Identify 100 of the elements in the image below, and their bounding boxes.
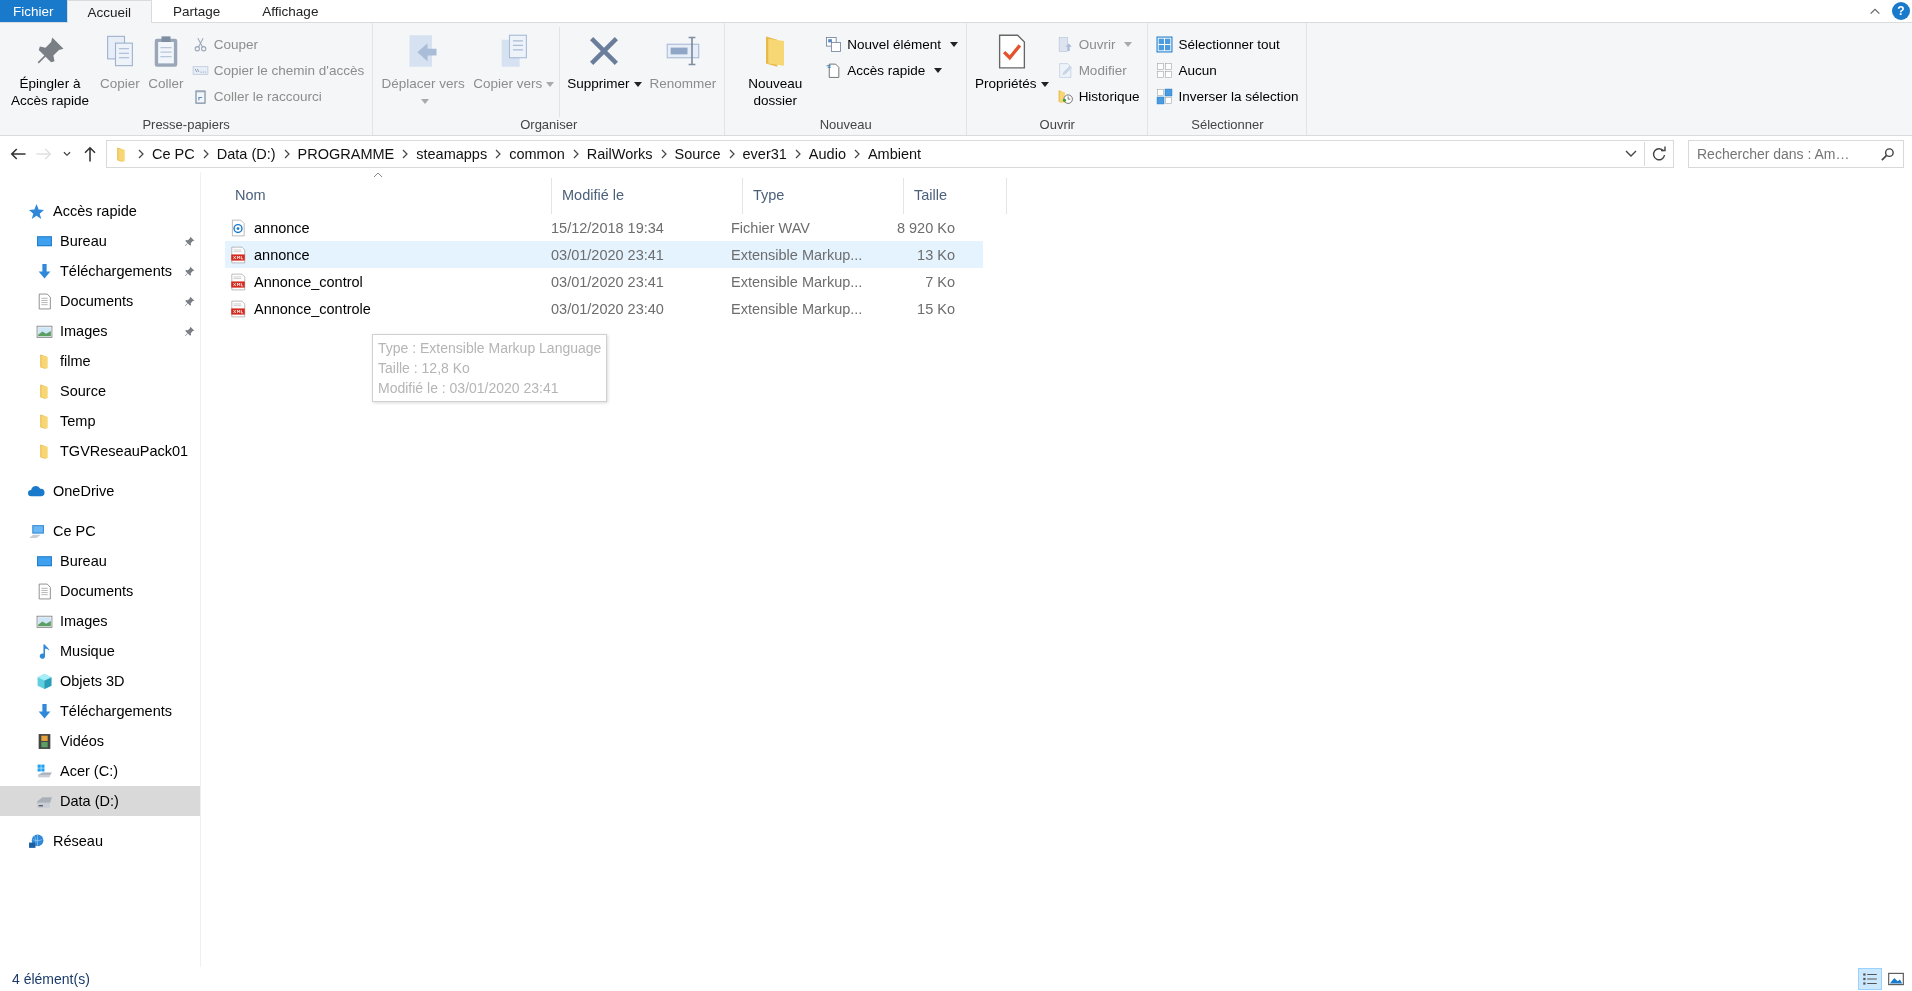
table-cell: Extensible Markup...	[731, 273, 863, 290]
grid-icon	[1156, 35, 1174, 53]
file-name: Annonce_control	[254, 273, 363, 290]
status-text: 4 élément(s)	[12, 971, 90, 987]
document-icon	[36, 292, 53, 310]
tooltip-line: Type : Extensible Markup Language	[378, 339, 602, 358]
sidebar-item[interactable]: Réseau	[0, 826, 200, 856]
table-cell: 03/01/2020 23:41	[551, 246, 664, 263]
chevron-right-icon[interactable]	[401, 149, 410, 159]
ribbon-button[interactable]: Aucun	[1153, 59, 1302, 81]
history-icon	[1056, 87, 1074, 105]
breadcrumb-item[interactable]: RailWorks	[586, 146, 653, 162]
file-row[interactable]: Annonce_control 03/01/2020 23:41 Extensible Markup... 7 Ko	[225, 268, 983, 295]
ribbon-button[interactable]: Propriétés	[972, 27, 1052, 117]
sidebar-item[interactable]: Images	[0, 606, 200, 636]
breadcrumb-item[interactable]: PROGRAMME	[297, 146, 395, 162]
breadcrumb-item[interactable]: Source	[674, 146, 721, 162]
file-name: annonce	[254, 219, 310, 236]
sidebar-item[interactable]: Data (D:)	[0, 786, 200, 816]
ribbon-button[interactable]: Supprimer	[559, 27, 645, 117]
table-cell: Extensible Markup...	[731, 246, 863, 263]
chevron-right-icon[interactable]	[852, 149, 861, 159]
sidebar-item[interactable]: OneDrive	[0, 476, 200, 506]
chevron-right-icon[interactable]	[201, 149, 210, 159]
xml-file-icon	[229, 245, 247, 264]
star-icon	[28, 202, 45, 220]
column-header[interactable]: Type	[743, 178, 904, 214]
open-icon	[1056, 35, 1074, 53]
file-row[interactable]: annonce 15/12/2018 19:34 Fichier WAV 8 920 Ko	[225, 214, 983, 241]
sidebar-item[interactable]: Temp	[0, 406, 200, 436]
file-name: Annonce_controle	[254, 300, 371, 317]
column-header[interactable]: Taille	[904, 178, 1007, 214]
search-icon	[1880, 147, 1895, 162]
ribbon-button[interactable]: Nouveau dossier	[730, 27, 821, 117]
sidebar-item[interactable]: Téléchargements	[0, 256, 200, 286]
chevron-right-icon[interactable]	[571, 149, 580, 159]
group-label: Sélectionner	[1190, 117, 1265, 132]
sidebar-item[interactable]: Documents	[0, 576, 200, 606]
group-label: Organiser	[519, 117, 579, 132]
sidebar-item[interactable]: Images	[0, 316, 200, 346]
sidebar-item[interactable]: Bureau	[0, 546, 200, 576]
address-bar[interactable]: Ce PC Data (D:) PROGRAMME steamapps common RailWorks Source ever31 Audio Ambient	[106, 140, 1674, 168]
group-label: Ouvrir	[1038, 117, 1076, 132]
help-button[interactable]: ?	[1892, 2, 1910, 20]
table-cell: 8 920 Ko	[896, 219, 955, 236]
ribbon-button[interactable]: Épingler à Accès rapide	[5, 27, 95, 117]
tooltip-line: Modifié le : 03/01/2020 23:41	[378, 379, 560, 398]
ribbon-tab[interactable]: Affichage	[241, 0, 340, 22]
new-item-icon	[825, 35, 843, 53]
xml-file-icon	[229, 299, 247, 318]
ribbon-button[interactable]: Sélectionner tout	[1153, 33, 1302, 55]
ribbon-button[interactable]: Nouvel élément	[822, 33, 962, 55]
sidebar-item[interactable]: Bureau	[0, 226, 200, 256]
chevron-right-icon[interactable]	[282, 149, 291, 159]
chevron-right-icon[interactable]	[727, 149, 736, 159]
breadcrumb-item[interactable]: Ce PC	[152, 146, 195, 162]
ribbon-button[interactable]: Accès rapide	[822, 59, 962, 81]
sidebar-item[interactable]: Ce PC	[0, 516, 200, 546]
sidebar-item[interactable]: Vidéos	[0, 726, 200, 756]
computer-icon	[28, 522, 45, 540]
ribbon-tab[interactable]: Partage	[152, 0, 242, 22]
chevron-right-icon[interactable]	[793, 149, 802, 159]
sidebar-item[interactable]: Objets 3D	[0, 666, 200, 696]
chevron-right-icon[interactable]	[494, 149, 503, 159]
details-view-icon[interactable]	[1858, 968, 1882, 990]
file-row[interactable]: Annonce_controle 03/01/2020 23:40 Extensible Markup... 15 Ko	[225, 295, 983, 322]
table-cell: 15 Ko	[917, 300, 955, 317]
ribbon-button[interactable]: Historique	[1053, 85, 1143, 107]
breadcrumb-item[interactable]: steamapps	[416, 146, 488, 162]
search-field[interactable]: Rechercher dans : Am…	[1688, 140, 1904, 168]
sidebar-item[interactable]: Source	[0, 376, 200, 406]
ribbon-tab[interactable]: Accueil	[66, 0, 153, 23]
chevron-right-icon[interactable]	[659, 149, 668, 159]
sidebar-item[interactable]: Documents	[0, 286, 200, 316]
ribbon-tab[interactable]: Fichier	[0, 0, 67, 22]
table-cell: 03/01/2020 23:41	[551, 273, 664, 290]
file-row[interactable]: annonce 03/01/2020 23:41 Extensible Markup... 13 Ko	[225, 241, 983, 268]
sidebar-item[interactable]: Accès rapide	[0, 196, 200, 226]
edit-icon	[1056, 61, 1074, 79]
breadcrumb-item[interactable]: Ambient	[867, 146, 922, 162]
network-icon	[28, 832, 45, 850]
sidebar-item[interactable]: Acer (C:)	[0, 756, 200, 786]
sidebar-item[interactable]: TGVReseauPack01	[0, 436, 200, 466]
sidebar-item[interactable]: Téléchargements	[0, 696, 200, 726]
audio-file-icon	[229, 218, 247, 237]
breadcrumb-item[interactable]: common	[509, 146, 565, 162]
breadcrumb-item[interactable]: Data (D:)	[216, 146, 276, 162]
chevron-right-icon[interactable]	[137, 149, 145, 159]
drive-icon	[36, 762, 53, 780]
document-icon	[36, 582, 53, 600]
chevron-down-icon[interactable]	[1625, 150, 1637, 158]
table-cell: 13 Ko	[917, 246, 955, 263]
ribbon-button[interactable]: Inverser la sélection	[1153, 85, 1302, 107]
column-header[interactable]: Modifié le	[552, 178, 743, 214]
sidebar-item[interactable]: Musique	[0, 636, 200, 666]
breadcrumb-item[interactable]: ever31	[742, 146, 787, 162]
grid-icon	[1156, 87, 1174, 105]
sidebar-item[interactable]: filme	[0, 346, 200, 376]
column-header[interactable]: Nom	[225, 178, 552, 214]
breadcrumb-item[interactable]: Audio	[808, 146, 846, 162]
